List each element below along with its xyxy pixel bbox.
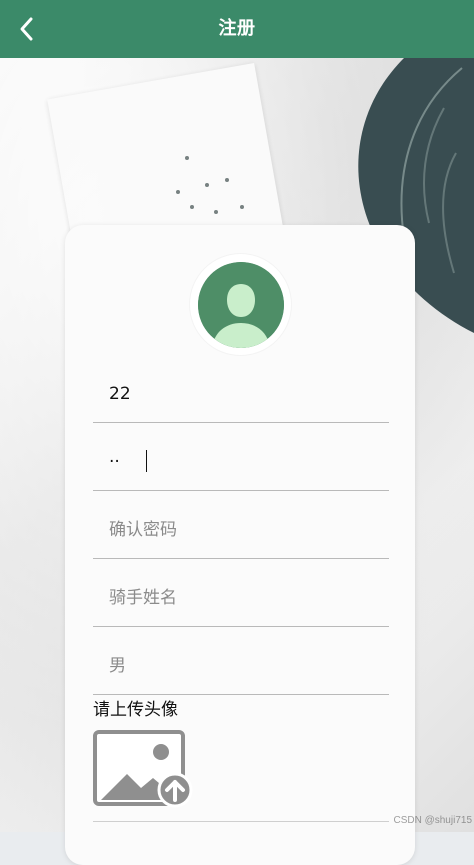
bg-dot: [176, 190, 180, 194]
confirm-password-input[interactable]: [93, 502, 389, 558]
top-app-bar: 注册: [0, 0, 474, 58]
password-input[interactable]: [93, 434, 389, 490]
bg-dot: [225, 178, 229, 182]
upload-label: 请上传头像: [93, 700, 178, 720]
page-title: 注册: [218, 18, 256, 39]
gender-field[interactable]: [93, 638, 389, 695]
confirm-password-field[interactable]: [93, 502, 389, 559]
text-cursor: [146, 450, 147, 472]
account-input[interactable]: [93, 366, 389, 422]
avatar-picker[interactable]: [190, 254, 291, 355]
bg-dot: [240, 205, 244, 209]
bg-dot: [190, 205, 194, 209]
account-input-field[interactable]: [93, 366, 389, 423]
register-card: 请上传头像: [65, 225, 415, 865]
avatar: [197, 261, 284, 348]
watermark: CSDN @shuji715: [393, 815, 472, 826]
bg-dot: [214, 210, 218, 214]
upload-avatar-button[interactable]: [93, 730, 195, 810]
bg-dot: [185, 156, 189, 160]
divider: [93, 821, 389, 822]
password-input-field[interactable]: [93, 434, 389, 491]
gender-input[interactable]: [93, 638, 389, 694]
rider-name-field[interactable]: [93, 570, 389, 627]
rider-name-input[interactable]: [93, 570, 389, 626]
user-avatar-icon: [197, 261, 284, 348]
image-upload-icon: [93, 730, 193, 808]
bg-dot: [205, 183, 209, 187]
